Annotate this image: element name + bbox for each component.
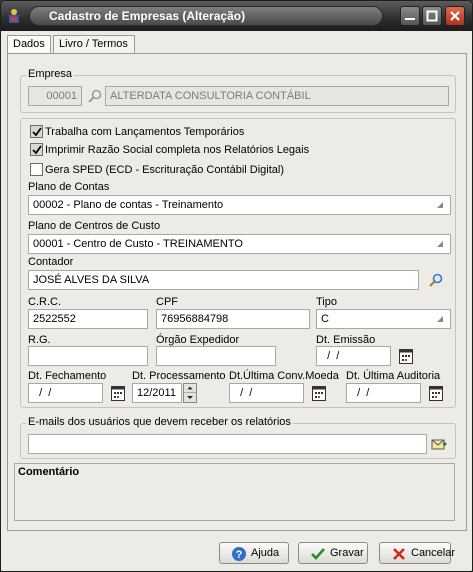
dt-fechamento-field[interactable]: / / bbox=[28, 383, 103, 403]
spin-up-icon[interactable] bbox=[184, 384, 196, 393]
ajuda-label: Ajuda bbox=[251, 547, 280, 559]
emails-group-label: E-mails dos usuários que devem receber o… bbox=[26, 416, 293, 428]
check-icon bbox=[32, 145, 42, 155]
rg-field[interactable] bbox=[28, 346, 148, 366]
window-title: Cadastro de Empresas (Alteração) bbox=[49, 9, 246, 23]
cancel-icon bbox=[393, 548, 405, 560]
calendar-icon[interactable] bbox=[111, 385, 125, 401]
cpf-label: CPF bbox=[156, 296, 178, 308]
plano-contas-value: 00002 - Plano de contas - Treinamento bbox=[33, 199, 224, 211]
dt-ultima-auditoria-field[interactable]: / / bbox=[346, 383, 421, 403]
comentario-box[interactable]: Comentário bbox=[14, 463, 455, 521]
tipo-combo[interactable]: C bbox=[316, 309, 451, 329]
cpf-field[interactable]: 76956884798 bbox=[156, 309, 310, 329]
minimize-icon bbox=[405, 18, 415, 20]
dt-processamento-spinner[interactable] bbox=[183, 383, 197, 403]
plano-centros-value: 00001 - Centro de Custo - TREINAMENTO bbox=[33, 238, 243, 250]
crc-field[interactable]: 2522552 bbox=[28, 309, 148, 329]
empresa-group-label: Empresa bbox=[26, 68, 75, 80]
trabalha-checkbox[interactable] bbox=[30, 125, 43, 138]
cancelar-button[interactable]: Cancelar bbox=[379, 542, 455, 564]
help-icon: ? bbox=[232, 547, 246, 561]
check-icon bbox=[32, 127, 42, 137]
emails-field[interactable] bbox=[28, 434, 427, 454]
sped-label: Gera SPED (ECD - Escrituração Contábil D… bbox=[45, 164, 285, 176]
comentario-label: Comentário bbox=[18, 466, 80, 478]
tab-dados[interactable]: Dados bbox=[7, 35, 51, 54]
cancelar-label: Cancelar bbox=[411, 547, 456, 559]
ajuda-button[interactable]: ? Ajuda bbox=[219, 542, 289, 564]
calendar-icon[interactable] bbox=[429, 385, 443, 401]
tipo-value: C bbox=[321, 313, 329, 325]
contador-field[interactable]: JOSÉ ALVES DA SILVA bbox=[28, 270, 419, 290]
title-bar[interactable]: Cadastro de Empresas (Alteração) bbox=[1, 1, 472, 31]
app-icon bbox=[9, 9, 19, 23]
empresa-search-icon[interactable] bbox=[87, 88, 103, 104]
crc-label: C.R.C. bbox=[28, 296, 61, 308]
maximize-button[interactable] bbox=[422, 6, 442, 26]
close-button[interactable] bbox=[445, 6, 465, 26]
calendar-icon[interactable] bbox=[312, 385, 326, 401]
dropdown-arrow-icon bbox=[437, 202, 443, 208]
gravar-button[interactable]: Gravar bbox=[298, 542, 368, 564]
close-icon bbox=[450, 11, 460, 21]
trabalha-label: Trabalha com Lançamentos Temporários bbox=[45, 126, 245, 138]
contador-label: Contador bbox=[28, 256, 74, 268]
orgao-field[interactable] bbox=[156, 346, 276, 366]
dropdown-arrow-icon bbox=[437, 241, 443, 247]
gravar-label: Gravar bbox=[330, 547, 364, 559]
orgao-label: Órgão Expedidor bbox=[156, 334, 240, 346]
maximize-icon bbox=[426, 10, 438, 22]
tab-livro-termos[interactable]: Livro / Termos bbox=[53, 35, 135, 53]
sped-checkbox[interactable] bbox=[30, 163, 43, 176]
plano-centros-combo[interactable]: 00001 - Centro de Custo - TREINAMENTO bbox=[28, 234, 451, 254]
dt-ultima-conv-field[interactable]: / / bbox=[229, 383, 304, 403]
empresa-name-field[interactable]: ALTERDATA CONSULTORIA CONTÁBIL bbox=[105, 86, 449, 106]
dt-ultima-conv-label: Dt.Última Conv.Moeda bbox=[229, 370, 339, 382]
dt-fechamento-label: Dt. Fechamento bbox=[28, 370, 107, 382]
email-list-icon[interactable] bbox=[431, 436, 447, 452]
imprimir-checkbox[interactable] bbox=[30, 143, 43, 156]
dt-ultima-auditoria-label: Dt. Última Auditoria bbox=[346, 370, 441, 382]
dt-emissao-label: Dt. Emissão bbox=[316, 334, 376, 346]
svg-text:?: ? bbox=[236, 549, 243, 561]
dt-processamento-label: Dt. Processamento bbox=[132, 370, 226, 382]
dt-processamento-field[interactable]: 12/2011 bbox=[132, 383, 182, 403]
rg-label: R.G. bbox=[28, 334, 51, 346]
imprimir-label: Imprimir Razão Social completa nos Relat… bbox=[45, 144, 310, 156]
plano-contas-combo[interactable]: 00002 - Plano de contas - Treinamento bbox=[28, 195, 451, 215]
plano-centros-label: Plano de Centros de Custo bbox=[28, 220, 161, 232]
empresa-code-field[interactable]: 00001 bbox=[28, 86, 82, 106]
dropdown-arrow-icon bbox=[437, 316, 443, 322]
check-icon bbox=[311, 548, 325, 560]
tipo-label: Tipo bbox=[316, 296, 337, 308]
contador-search-icon[interactable] bbox=[428, 272, 444, 288]
plano-contas-label: Plano de Contas bbox=[28, 181, 110, 193]
calendar-icon[interactable] bbox=[399, 348, 413, 364]
spin-down-icon[interactable] bbox=[184, 393, 196, 402]
dt-emissao-field[interactable]: / / bbox=[316, 346, 391, 366]
minimize-button[interactable] bbox=[400, 6, 420, 26]
dialog-window: Cadastro de Empresas (Alteração) Dados L… bbox=[0, 0, 473, 572]
